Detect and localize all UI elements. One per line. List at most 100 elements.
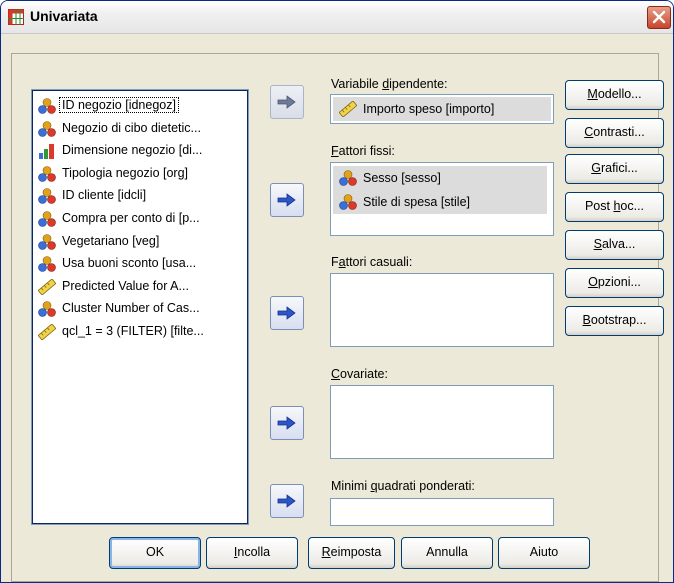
- variable-list-item[interactable]: qcl_1 = 3 (FILTER) [filte...: [38, 321, 243, 343]
- move-covariate-arrow-button[interactable]: [270, 406, 304, 440]
- right-arrow-icon: [277, 306, 296, 320]
- ok-button[interactable]: OK: [109, 537, 201, 569]
- nominal-icon: [38, 211, 56, 227]
- fixed-factor-item[interactable]: Sesso [sesso]: [333, 166, 547, 190]
- close-button[interactable]: [647, 6, 671, 29]
- scale-ruler-icon: [38, 278, 56, 295]
- variable-list-item-label: Compra per conto di [p...: [62, 211, 200, 225]
- wls-weight-box[interactable]: [330, 498, 554, 526]
- label-part: ovariate:: [340, 367, 388, 381]
- fixed-factors-label: Fattori fissi:: [331, 144, 395, 158]
- label-part: Minimi: [331, 479, 371, 493]
- button-label-part: ootstrap...: [590, 313, 647, 327]
- button-label-part: rafici...: [600, 161, 638, 175]
- variable-list-item[interactable]: ID cliente [idcli]: [38, 185, 243, 207]
- variable-list-item[interactable]: Dimensione negozio [di...: [38, 140, 243, 162]
- nominal-icon: [38, 301, 56, 318]
- button-label-part: alva...: [601, 237, 636, 251]
- button-mnemonic: C: [584, 125, 594, 139]
- bootstrap-button[interactable]: Bootstrap...: [565, 306, 664, 336]
- variable-list-item[interactable]: ID negozio [idnegoz]: [38, 95, 243, 117]
- button-label-part: OK: [145, 545, 165, 559]
- nominal-icon: [38, 233, 56, 250]
- dependent-variable-item[interactable]: Importo speso [importo]: [333, 97, 551, 121]
- label-mnemonic: q: [370, 479, 378, 493]
- reset-button[interactable]: Reimposta: [308, 537, 395, 569]
- fixed-factor-item[interactable]: Stile di spesa [stile]: [333, 190, 547, 214]
- help-button[interactable]: Aiuto: [498, 537, 590, 569]
- variable-list-item-label: Tipologia negozio [org]: [62, 165, 189, 180]
- fixed-factor-item-label: Sesso [sesso]: [363, 171, 441, 185]
- grid-table-icon: [8, 9, 24, 25]
- nominal-icon: [339, 170, 357, 186]
- variable-list-item-label: Vegetariano [veg]: [62, 233, 160, 248]
- move-wls-arrow-button[interactable]: [270, 484, 304, 518]
- variable-list-item[interactable]: Cluster Number of Cas...: [38, 298, 243, 320]
- right-arrow-icon: [277, 193, 296, 207]
- random-factors-box[interactable]: [330, 273, 554, 347]
- plots-button[interactable]: Grafici...: [565, 154, 664, 184]
- options-button[interactable]: Opzioni...: [565, 268, 664, 298]
- label-part: F: [331, 255, 339, 269]
- button-label-part: ncolla: [237, 545, 271, 559]
- variable-list-item-label: Predicted Value for A...: [62, 278, 189, 293]
- dependent-variable-value: Importo speso [importo]: [363, 102, 495, 116]
- variable-list-item[interactable]: Vegetariano [veg]: [38, 231, 243, 253]
- variable-list-item[interactable]: Tipologia negozio [org]: [38, 163, 243, 185]
- nominal-icon: [38, 165, 56, 182]
- cancel-button[interactable]: Annulla: [401, 537, 493, 569]
- move-fixed-factor-arrow-button[interactable]: [270, 183, 304, 217]
- right-arrow-icon: [277, 494, 296, 508]
- dependent-variable-box[interactable]: Importo speso [importo]: [330, 94, 554, 124]
- variable-list[interactable]: ID negozio [idnegoz] Negozio di cibo diet…: [31, 89, 249, 525]
- variable-list-item-label: Negozio di cibo dietetic...: [62, 120, 201, 135]
- variable-list-item-label: ID cliente [idcli]: [62, 188, 147, 203]
- post-hoc-button[interactable]: Post hoc...: [565, 192, 664, 222]
- nominal-icon: [38, 188, 56, 205]
- covariates-box[interactable]: [330, 385, 554, 459]
- close-x-icon: [652, 10, 666, 24]
- button-label-part: oc...: [620, 199, 645, 213]
- nominal-icon: [38, 120, 56, 137]
- variable-list-item[interactable]: Negozio di cibo dietetic...: [38, 118, 243, 140]
- right-arrow-icon: [277, 95, 296, 109]
- title-bar[interactable]: Univariata: [1, 1, 673, 34]
- scale-ruler-icon: [38, 324, 56, 340]
- window-title: Univariata: [30, 8, 98, 24]
- move-random-factor-arrow-button[interactable]: [270, 296, 304, 330]
- button-mnemonic: M: [587, 87, 598, 101]
- button-label-part: odello...: [597, 87, 642, 101]
- nominal-icon: [38, 98, 56, 114]
- button-label-part: Aiuto: [529, 545, 559, 559]
- label-mnemonic: a: [338, 255, 346, 269]
- move-dependent-arrow-button[interactable]: [270, 85, 304, 119]
- fixed-factors-box[interactable]: Sesso [sesso] Stile di spesa [stile]: [330, 162, 554, 236]
- paste-button[interactable]: Incolla: [206, 537, 298, 569]
- save-button[interactable]: Salva...: [565, 230, 664, 260]
- button-mnemonic: O: [588, 275, 598, 289]
- variable-list-item-label: Usa buoni sconto [usa...: [62, 256, 197, 271]
- nominal-icon: [38, 256, 56, 272]
- covariates-label: Covariate:: [331, 367, 388, 381]
- label-part: Variabile: [331, 77, 383, 91]
- variable-list-item[interactable]: Predicted Value for A...: [38, 276, 243, 298]
- random-factors-label: Fattori casuali:: [331, 255, 412, 269]
- right-arrow-icon: [277, 416, 296, 430]
- variable-list-item[interactable]: Usa buoni sconto [usa...: [38, 253, 243, 275]
- model-button[interactable]: Modello...: [565, 80, 664, 110]
- button-label-part: ontrasti...: [593, 125, 645, 139]
- wls-weight-label: Minimi quadrati ponderati:: [331, 479, 475, 493]
- contrasts-button[interactable]: Contrasti...: [565, 118, 664, 148]
- scale-ruler-icon: [339, 101, 357, 117]
- ordinal-icon: [39, 144, 54, 160]
- dependent-variable-label: Variabile dipendente:: [331, 77, 448, 91]
- label-part: ttori casuali:: [345, 255, 413, 269]
- button-label-part: eimposta: [330, 545, 382, 559]
- button-mnemonic: G: [591, 161, 601, 175]
- button-label-part: pzioni...: [597, 275, 641, 289]
- button-mnemonic: S: [593, 237, 602, 251]
- label-part: uadrati ponderati:: [377, 479, 475, 493]
- button-mnemonic: B: [582, 313, 591, 327]
- variable-list-item[interactable]: Compra per conto di [p...: [38, 208, 243, 230]
- button-mnemonic: R: [321, 545, 331, 559]
